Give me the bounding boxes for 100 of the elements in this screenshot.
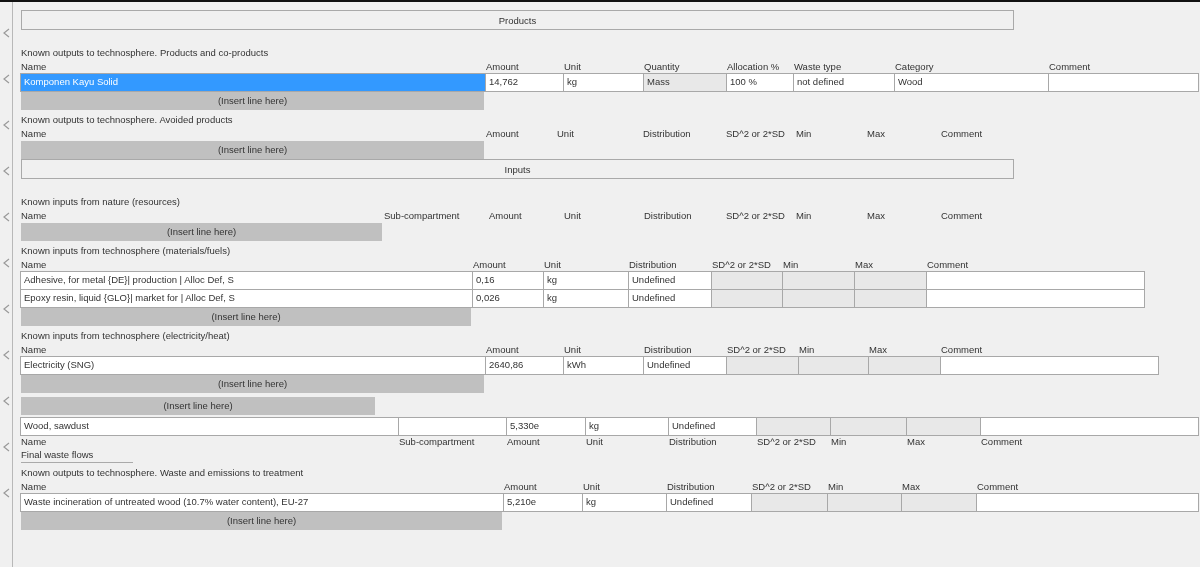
readonly-cell[interactable] bbox=[830, 417, 907, 436]
table-cell[interactable]: kWh bbox=[563, 356, 644, 375]
insert-line-button[interactable]: (Insert line here) bbox=[21, 308, 471, 326]
column-header: Max bbox=[867, 128, 885, 139]
column-header: Name bbox=[21, 481, 47, 492]
column-header: Name bbox=[21, 259, 47, 270]
column-header: Distribution bbox=[643, 128, 691, 139]
readonly-cell[interactable]: Mass bbox=[643, 73, 727, 92]
column-header: Amount bbox=[489, 210, 522, 221]
column-header: Distribution bbox=[644, 344, 692, 355]
table-cell[interactable]: Electricity (SNG) bbox=[20, 356, 486, 375]
column-header: Amount bbox=[473, 259, 506, 270]
column-header: Unit bbox=[564, 344, 581, 355]
column-header: Distribution bbox=[667, 481, 715, 492]
column-header: Distribution bbox=[644, 210, 692, 221]
chevron-icon[interactable] bbox=[2, 442, 10, 452]
column-header: Min bbox=[796, 128, 812, 139]
insert-line-button[interactable]: (Insert line here) bbox=[21, 375, 484, 393]
chevron-icon[interactable] bbox=[2, 258, 10, 268]
table-cell[interactable]: Undefined bbox=[643, 356, 727, 375]
readonly-cell[interactable] bbox=[868, 356, 941, 375]
section-title: Known outputs to technosphere. Avoided products bbox=[21, 113, 233, 127]
chevron-icon[interactable] bbox=[2, 120, 10, 130]
column-header: Quantity bbox=[644, 61, 680, 72]
readonly-cell[interactable] bbox=[854, 289, 927, 308]
column-header: Amount bbox=[486, 128, 519, 139]
table-cell[interactable]: Waste incineration of untreated wood (10.7% water content), EU-27 bbox=[20, 493, 504, 512]
section-title: Known outputs to technosphere. Waste and emissions to treatment bbox=[21, 466, 304, 480]
column-header: Category bbox=[895, 61, 934, 72]
table-cell[interactable]: Undefined bbox=[628, 289, 712, 308]
table-cell[interactable] bbox=[1048, 73, 1199, 92]
table-cell[interactable]: Undefined bbox=[666, 493, 752, 512]
column-header: Name bbox=[21, 436, 47, 447]
readonly-cell[interactable] bbox=[751, 493, 828, 512]
column-header: Sub-compartment bbox=[399, 436, 475, 447]
table-cell[interactable]: 100 % bbox=[726, 73, 794, 92]
column-header: Name bbox=[21, 128, 47, 139]
column-header: Amount bbox=[486, 61, 519, 72]
chevron-icon[interactable] bbox=[2, 396, 10, 406]
table-cell[interactable]: kg bbox=[563, 73, 644, 92]
column-header: SD^2 or 2*SD bbox=[712, 259, 771, 270]
table-cell[interactable] bbox=[926, 289, 1145, 308]
column-header: Min bbox=[783, 259, 799, 270]
insert-line-button[interactable]: (Insert line here) bbox=[21, 92, 484, 110]
table-cell[interactable]: 5,210e bbox=[503, 493, 583, 512]
table-cell[interactable] bbox=[940, 356, 1159, 375]
table-cell[interactable]: 5,330e bbox=[506, 417, 586, 436]
column-header: Min bbox=[796, 210, 812, 221]
readonly-cell[interactable] bbox=[901, 493, 977, 512]
chevron-icon[interactable] bbox=[2, 74, 10, 84]
readonly-cell[interactable] bbox=[711, 289, 783, 308]
column-header: Unit bbox=[564, 210, 581, 221]
table-cell[interactable]: kg bbox=[543, 289, 629, 308]
table-cell[interactable]: 0,026 bbox=[472, 289, 544, 308]
chevron-icon[interactable] bbox=[2, 304, 10, 314]
column-header: Max bbox=[907, 436, 925, 447]
table-cell[interactable]: Wood, sawdust bbox=[20, 417, 399, 436]
column-header: SD^2 or 2*SD bbox=[726, 128, 785, 139]
table-cell[interactable]: Epoxy resin, liquid {GLO}| market for | Alloc Def, S bbox=[20, 289, 473, 308]
chevron-icon[interactable] bbox=[2, 488, 10, 498]
column-header: SD^2 or 2*SD bbox=[752, 481, 811, 492]
readonly-cell[interactable] bbox=[756, 417, 831, 436]
insert-line-button[interactable]: (Insert line here) bbox=[21, 223, 382, 241]
table-cell[interactable]: 2640,86 bbox=[485, 356, 564, 375]
chevron-icon[interactable] bbox=[2, 166, 10, 176]
section-title: Known inputs from technosphere (materials/fuels) bbox=[21, 244, 231, 258]
table-cell[interactable]: Wood bbox=[894, 73, 1049, 92]
readonly-cell[interactable] bbox=[782, 289, 855, 308]
column-header: Waste type bbox=[794, 61, 842, 72]
section-title: Known outputs to technosphere. Products and co-products bbox=[21, 46, 269, 60]
table-cell[interactable]: not defined bbox=[793, 73, 895, 92]
chevron-icon[interactable] bbox=[2, 28, 10, 38]
column-header: Unit bbox=[583, 481, 600, 492]
insert-line-button[interactable]: (Insert line here) bbox=[21, 141, 484, 159]
table-cell[interactable] bbox=[980, 417, 1199, 436]
column-header: Max bbox=[867, 210, 885, 221]
table-cell[interactable] bbox=[976, 493, 1199, 512]
column-header: Allocation % bbox=[727, 61, 780, 72]
column-header: Name bbox=[21, 210, 47, 221]
insert-line-button[interactable]: (Insert line here) bbox=[21, 512, 502, 530]
table-cell[interactable]: 14,762 bbox=[485, 73, 564, 92]
readonly-cell[interactable] bbox=[906, 417, 981, 436]
column-header: Max bbox=[855, 259, 873, 270]
readonly-cell[interactable] bbox=[726, 356, 799, 375]
column-header: Unit bbox=[544, 259, 561, 270]
column-header: Max bbox=[902, 481, 920, 492]
section-title: Known inputs from nature (resources) bbox=[21, 195, 180, 209]
section-header: Products bbox=[21, 10, 1014, 30]
column-header: Unit bbox=[564, 61, 581, 72]
column-header: Unit bbox=[557, 128, 574, 139]
chevron-icon[interactable] bbox=[2, 350, 10, 360]
column-header: Comment bbox=[941, 344, 983, 355]
chevron-icon[interactable] bbox=[2, 212, 10, 222]
readonly-cell[interactable] bbox=[827, 493, 902, 512]
table-cell[interactable] bbox=[398, 417, 507, 436]
insert-line-button[interactable]: (Insert line here) bbox=[21, 397, 375, 415]
table-cell[interactable]: kg bbox=[585, 417, 669, 436]
table-cell[interactable]: Undefined bbox=[668, 417, 757, 436]
readonly-cell[interactable] bbox=[798, 356, 869, 375]
table-cell[interactable]: kg bbox=[582, 493, 667, 512]
